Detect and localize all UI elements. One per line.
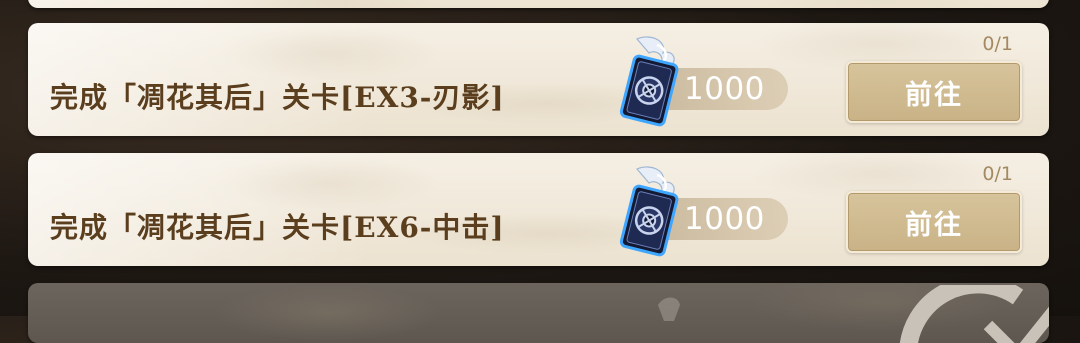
go-button[interactable]: 前往 [846, 61, 1022, 123]
quest-card-partial-top [28, 0, 1049, 8]
reward-amount: 1000 [684, 71, 765, 107]
go-button[interactable]: 前往 [846, 191, 1022, 253]
reward-amount: 1000 [684, 201, 765, 237]
quest-card: 完成「凋花其后」关卡[EX3-刃影] 0/1 1000 前往 [28, 23, 1049, 136]
quest-progress: 0/1 [982, 163, 1013, 185]
quest-card-completed-partial [28, 283, 1049, 343]
card-token-icon [619, 166, 679, 257]
card-token-icon [619, 36, 679, 127]
completed-stamp-icon [899, 285, 1049, 343]
quest-task-text: 完成「凋花其后」关卡[EX3-刃影] [50, 81, 505, 114]
quest-task-text: 完成「凋花其后」关卡[EX6-中击] [50, 211, 505, 244]
quest-progress: 0/1 [982, 33, 1013, 55]
quest-card: 完成「凋花其后」关卡[EX6-中击] 0/1 1000 前往 [28, 153, 1049, 266]
card-token-icon [658, 297, 680, 321]
